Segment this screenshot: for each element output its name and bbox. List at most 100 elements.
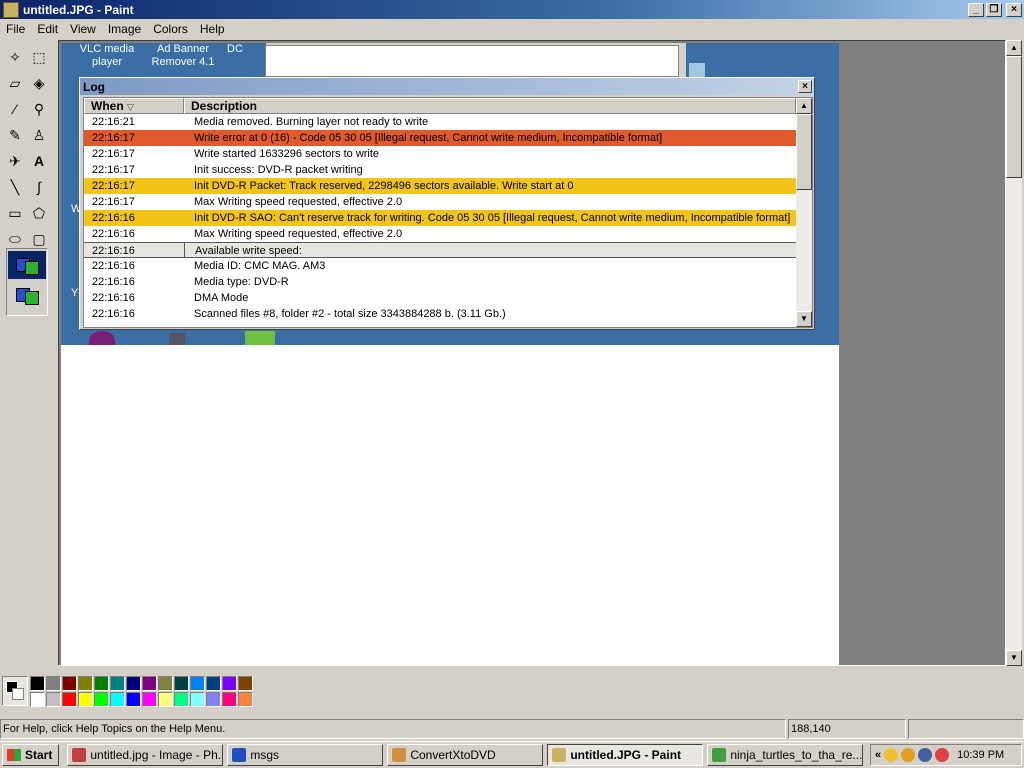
scroll-thumb[interactable] (796, 114, 812, 190)
current-colors[interactable] (2, 676, 28, 706)
color-swatch[interactable] (142, 692, 157, 707)
color-swatch[interactable] (126, 692, 141, 707)
line-icon[interactable]: ╲ (3, 175, 27, 199)
log-row[interactable]: 22:16:17 Init success: DVD-R packet writi… (84, 162, 812, 178)
tray-expand-icon[interactable]: « (875, 749, 881, 761)
color-swatch[interactable] (206, 676, 221, 691)
task-paint[interactable]: untitled.JPG - Paint (547, 744, 704, 766)
scroll-up-icon[interactable]: ▲ (796, 98, 812, 114)
log-row[interactable]: 22:16:16 Init DVD-R SAO: Can't reserve tr… (84, 210, 812, 226)
media-file-icon (712, 748, 727, 762)
free-select-icon[interactable]: ✧ (3, 45, 27, 69)
color-swatch[interactable] (126, 676, 141, 691)
menu-edit[interactable]: Edit (31, 22, 64, 36)
scroll-thumb[interactable] (1006, 56, 1022, 178)
log-row[interactable]: 22:16:16 Available write speed: (84, 242, 812, 258)
task-convertxtodvd[interactable]: ConvertXtoDVD (387, 744, 544, 766)
column-description[interactable]: Description (184, 98, 796, 114)
log-row[interactable]: 22:16:17 Max Writing speed requested, eff… (84, 194, 812, 210)
color-swatch[interactable] (222, 676, 237, 691)
task-label: msgs (250, 748, 280, 762)
menu-file[interactable]: File (0, 22, 31, 36)
log-scrollbar[interactable]: ▲ ▼ (796, 98, 812, 327)
convertxtodvd-icon (392, 748, 407, 762)
restore-button[interactable]: ❐ (986, 2, 1002, 17)
log-row[interactable]: 22:16:16 DMA Mode (84, 290, 812, 306)
clock[interactable]: 10:39 PM (957, 749, 1004, 761)
eraser-icon[interactable]: ▱ (3, 71, 27, 95)
color-swatch[interactable] (30, 676, 45, 691)
rect-select-icon[interactable]: ⬚ (27, 45, 51, 69)
menu-image[interactable]: Image (102, 22, 147, 36)
close-button[interactable]: × (1006, 2, 1022, 17)
scroll-down-icon[interactable]: ▼ (796, 311, 812, 327)
log-row[interactable]: 22:16:16 Max Writing speed requested, eff… (84, 226, 812, 242)
menu-help[interactable]: Help (194, 22, 231, 36)
color-swatch[interactable] (94, 692, 109, 707)
tray-smiley-icon[interactable] (884, 748, 899, 762)
drawing-canvas[interactable]: VLC media player Ad Banner Remover 4.1 DC … (61, 43, 839, 665)
log-row[interactable]: 22:16:21 Media removed. Burning layer not… (84, 114, 812, 130)
tray-network-icon[interactable] (918, 748, 933, 762)
brush-icon[interactable]: ♙ (27, 123, 51, 147)
paint-app-icon[interactable] (3, 1, 19, 18)
color-swatch[interactable] (46, 692, 61, 707)
color-swatch[interactable] (62, 676, 77, 691)
tool-options (6, 248, 48, 316)
color-swatch[interactable] (174, 692, 189, 707)
magnifier-icon[interactable]: ⚲ (27, 97, 51, 121)
task-ninja-turtles[interactable]: ninja_turtles_to_tha_re... (707, 744, 864, 766)
color-picker-icon[interactable]: ⁄ (3, 97, 27, 121)
color-swatches (30, 676, 256, 708)
polygon-icon[interactable]: ⬠ (27, 201, 51, 225)
pencil-icon[interactable]: ✎ (3, 123, 27, 147)
task-msgs[interactable]: msgs (227, 744, 384, 766)
scroll-up-icon[interactable]: ▲ (1006, 40, 1022, 56)
log-row[interactable]: 22:16:16 Media type: DVD-R (84, 274, 812, 290)
color-swatch[interactable] (190, 676, 205, 691)
color-swatch[interactable] (142, 676, 157, 691)
color-swatch[interactable] (110, 676, 125, 691)
fill-bucket-icon[interactable]: ◈ (27, 71, 51, 95)
menu-view[interactable]: View (64, 22, 102, 36)
curve-icon[interactable]: ∫ (27, 175, 51, 199)
column-when[interactable]: When ▽ (84, 98, 184, 114)
menu-colors[interactable]: Colors (147, 22, 194, 36)
transparent-option-icon[interactable] (8, 281, 46, 309)
airbrush-icon[interactable]: ✈ (3, 149, 27, 173)
color-swatch[interactable] (110, 692, 125, 707)
text-icon[interactable]: A (27, 149, 51, 173)
start-button[interactable]: Start (2, 744, 60, 766)
color-swatch[interactable] (158, 676, 173, 691)
color-swatch[interactable] (94, 676, 109, 691)
opaque-option-icon[interactable] (8, 251, 46, 279)
log-row[interactable]: 22:16:17 Write started 1633296 sectors to… (84, 146, 812, 162)
messenger-icon (232, 748, 247, 762)
color-swatch[interactable] (238, 676, 253, 691)
color-swatch[interactable] (62, 692, 77, 707)
tray-alert-icon[interactable] (935, 748, 950, 762)
color-swatch[interactable] (174, 676, 189, 691)
log-row[interactable]: 22:16:16 Scanned files #8, folder #2 - to… (84, 306, 812, 322)
task-image-editor[interactable]: untitled.jpg - Image - Ph... (67, 744, 224, 766)
scroll-down-icon[interactable]: ▼ (1006, 650, 1022, 666)
log-row[interactable]: 22:16:17 Init DVD-R Packet: Track reserve… (84, 178, 812, 194)
color-swatch[interactable] (222, 692, 237, 707)
color-swatch[interactable] (78, 692, 93, 707)
log-close-icon[interactable]: × (798, 80, 812, 93)
rectangle-icon[interactable]: ▭ (3, 201, 27, 225)
log-row[interactable]: 22:16:16 Media ID: CMC MAG. AM3 (84, 258, 812, 274)
color-swatch[interactable] (238, 692, 253, 707)
tray-messenger-icon[interactable] (901, 748, 916, 762)
color-swatch[interactable] (190, 692, 205, 707)
color-swatch[interactable] (78, 676, 93, 691)
log-row[interactable]: 22:16:17 Write error at 0 (16) - Code 05 … (84, 130, 812, 146)
color-swatch[interactable] (30, 692, 45, 707)
log-row-description: Media ID: CMC MAG. AM3 (194, 260, 326, 272)
color-swatch[interactable] (46, 676, 61, 691)
color-swatch[interactable] (158, 692, 173, 707)
minimize-button[interactable]: _ (968, 2, 984, 17)
color-swatch[interactable] (206, 692, 221, 707)
desktop-label-vlc: VLC media player (79, 43, 135, 68)
canvas-vertical-scrollbar[interactable]: ▲ ▼ (1006, 40, 1022, 666)
